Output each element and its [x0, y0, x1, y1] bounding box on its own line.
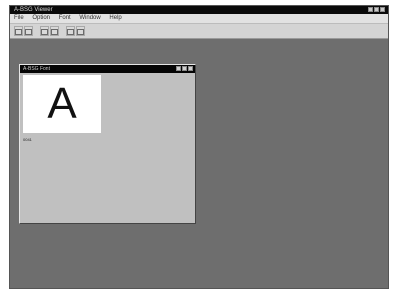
toolbar: [10, 24, 388, 39]
menu-font[interactable]: Font: [59, 15, 71, 21]
menu-option[interactable]: Option: [32, 15, 50, 21]
minimize-icon[interactable]: [368, 7, 373, 12]
child-maximize-icon[interactable]: [182, 66, 187, 71]
preview-glyph: A: [47, 79, 77, 128]
child-close-icon[interactable]: [188, 66, 193, 71]
close-icon[interactable]: [380, 7, 385, 12]
save-icon[interactable]: [24, 26, 33, 36]
maximize-icon[interactable]: [374, 7, 379, 12]
glyph-caption: 0041: [23, 137, 32, 142]
child-minimize-icon[interactable]: [176, 66, 181, 71]
menu-bar: File Option Font Window Help: [10, 14, 388, 24]
child-titlebar[interactable]: A-BSG Font: [20, 65, 195, 73]
open-icon[interactable]: [14, 26, 23, 36]
mdi-workspace: A-BSG Font A 0041: [10, 39, 388, 288]
glyph-preview: A: [23, 75, 101, 133]
child-title: A-BSG Font: [23, 66, 50, 72]
zoom-out-icon[interactable]: [66, 26, 75, 36]
font-icon[interactable]: [40, 26, 49, 36]
menu-help[interactable]: Help: [109, 15, 121, 21]
zoom-in-icon[interactable]: [50, 26, 59, 36]
app-titlebar[interactable]: A-BSG Viewer: [10, 6, 388, 14]
child-window-controls: [176, 66, 193, 71]
window-controls: [368, 7, 385, 12]
menu-file[interactable]: File: [14, 15, 24, 21]
app-window: A-BSG Viewer File Option Font Window Hel…: [10, 6, 388, 288]
menu-window[interactable]: Window: [79, 15, 100, 21]
font-child-window: A-BSG Font A 0041: [19, 64, 196, 224]
app-title: A-BSG Viewer: [14, 7, 53, 13]
help-icon[interactable]: [76, 26, 85, 36]
